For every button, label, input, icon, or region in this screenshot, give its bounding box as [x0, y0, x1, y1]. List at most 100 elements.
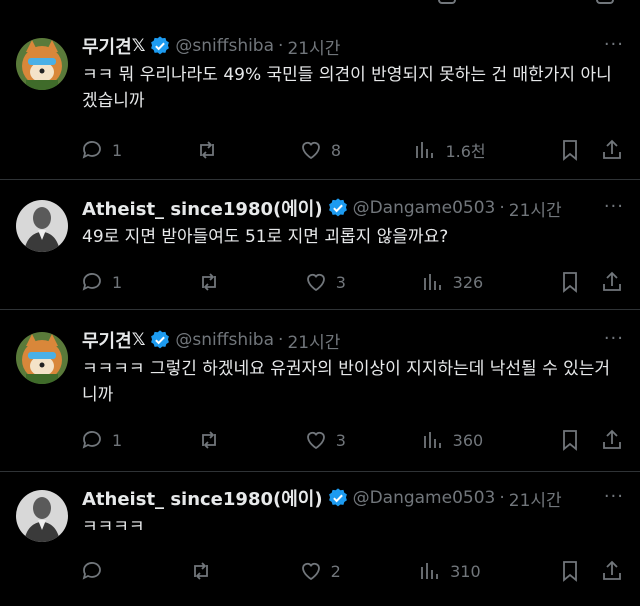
tweet-actions-right — [558, 559, 624, 583]
share-button[interactable] — [600, 559, 624, 583]
separator: · — [499, 488, 505, 508]
display-name[interactable]: Atheist_ since1980(에이) — [82, 485, 323, 511]
separator: · — [278, 36, 284, 56]
tweet-header: 무기견 𝕏 @sniffshiba · 21시간 ··· — [82, 33, 624, 59]
handle[interactable]: @sniffshiba — [175, 330, 274, 350]
timestamp[interactable]: 21시간 — [287, 328, 340, 353]
views-icon — [421, 563, 439, 579]
views-count: 326 — [452, 272, 484, 292]
tweet[interactable]: 무기견 𝕏 @sniffshiba · 21시간 ··· ㅋㅋㅋㅋ 그렇긴 하겠… — [0, 324, 640, 472]
handle[interactable]: @sniffshiba — [175, 36, 274, 56]
like-count: 8 — [330, 140, 342, 160]
tweet[interactable]: Atheist_ since1980(에이) @Dangame0503 · 21… — [0, 192, 640, 310]
reply-button[interactable] — [80, 559, 112, 583]
bookmark-icon — [563, 140, 577, 161]
tweet-header: 무기견 𝕏 @sniffshiba · 21시간 ··· — [82, 327, 624, 353]
bookmark-button[interactable] — [558, 138, 582, 162]
heart-icon — [302, 141, 320, 160]
portrait-avatar[interactable] — [16, 490, 68, 542]
verified-badge-icon — [151, 330, 170, 349]
tweet-actions: 1 3 326 — [80, 269, 624, 295]
display-name[interactable]: 무기견 — [82, 33, 132, 59]
tweet-actions-right — [558, 428, 624, 452]
views-button[interactable]: 1.6천 — [413, 138, 486, 162]
retweet-button[interactable] — [189, 559, 221, 583]
reply-button[interactable]: 1 — [80, 270, 122, 294]
views-icon — [416, 142, 434, 158]
retweet-button[interactable] — [195, 138, 227, 162]
verified-badge-icon — [151, 36, 170, 55]
separator: · — [499, 198, 505, 218]
display-name[interactable]: Atheist_ since1980(에이) — [82, 195, 323, 221]
reply-count: 1 — [112, 140, 123, 160]
bookmark-icon — [563, 561, 577, 582]
like-button[interactable]: 8 — [299, 138, 341, 162]
display-name[interactable]: 무기견 — [82, 327, 132, 353]
reply-icon — [82, 431, 101, 449]
verified-badge-icon — [328, 488, 347, 507]
previous-share-icon-fragment — [596, 0, 614, 4]
tweet-actions-right — [558, 270, 624, 294]
timestamp[interactable]: 21시간 — [509, 196, 562, 221]
like-button[interactable]: 2 — [299, 559, 341, 583]
retweet-button[interactable] — [197, 270, 229, 294]
share-icon — [603, 429, 621, 449]
tweet[interactable]: Atheist_ since1980(에이) @Dangame0503 · 21… — [0, 482, 640, 606]
portrait-avatar-image — [16, 200, 68, 252]
bookmark-button[interactable] — [558, 559, 582, 583]
retweet-icon — [202, 273, 216, 291]
tweet-actions: 2 310 — [80, 558, 624, 584]
bookmark-icon — [563, 430, 577, 451]
more-options-icon[interactable]: ··· — [604, 34, 624, 55]
views-icon — [423, 274, 441, 290]
handle[interactable]: @Dangame0503 — [353, 488, 496, 508]
previous-views-icon-fragment — [438, 0, 456, 4]
timestamp[interactable]: 21시간 — [509, 486, 562, 511]
more-options-icon[interactable]: ··· — [604, 196, 624, 217]
tweet[interactable]: 무기견 𝕏 @sniffshiba · 21시간 ··· ㅋㅋ 뭐 우리나라도 … — [0, 30, 640, 180]
timestamp[interactable]: 21시간 — [287, 34, 340, 59]
verified-badge-icon — [328, 198, 347, 217]
bookmark-button[interactable] — [558, 270, 582, 294]
retweet-icon — [194, 562, 209, 580]
shiba-avatar-image — [16, 332, 68, 384]
share-button[interactable] — [600, 138, 624, 162]
portrait-avatar-image — [16, 490, 68, 542]
heart-icon — [306, 273, 325, 292]
views-button[interactable]: 310 — [418, 559, 481, 583]
like-count: 3 — [335, 430, 346, 450]
x-badge-icon: 𝕏 — [131, 36, 146, 56]
reply-button[interactable]: 1 — [80, 428, 122, 452]
reply-icon — [82, 273, 101, 291]
reply-button[interactable]: 1 — [80, 138, 122, 162]
reply-icon — [82, 141, 101, 159]
more-options-icon[interactable]: ··· — [604, 486, 624, 507]
bookmark-button[interactable] — [558, 428, 582, 452]
views-count: 310 — [450, 561, 481, 581]
views-count: 1.6천 — [445, 142, 486, 161]
tweet-text: ㅋㅋㅋㅋ 그렇긴 하겠네요 유권자의 반이상이 지지하는데 낙선될 수 있는거니… — [82, 359, 611, 405]
views-button[interactable]: 360 — [421, 428, 484, 452]
more-options-icon[interactable]: ··· — [604, 328, 624, 349]
shiba-avatar[interactable] — [16, 332, 68, 384]
share-icon — [603, 139, 621, 159]
retweet-icon — [199, 141, 214, 159]
handle[interactable]: @Dangame0503 — [353, 198, 496, 218]
portrait-avatar[interactable] — [16, 200, 68, 252]
views-button[interactable]: 326 — [421, 270, 484, 294]
tweet-actions-right — [558, 138, 624, 162]
tweet-text: 49로 지면 받아들여도 51로 지면 괴롭지 않을까요? — [82, 227, 449, 247]
like-count: 3 — [335, 272, 346, 292]
share-button[interactable] — [600, 428, 624, 452]
heart-icon — [306, 431, 325, 450]
share-icon — [603, 560, 621, 580]
x-badge-icon: 𝕏 — [131, 330, 146, 350]
like-button[interactable]: 3 — [304, 270, 346, 294]
like-button[interactable]: 3 — [304, 428, 346, 452]
share-button[interactable] — [600, 270, 624, 294]
views-count: 360 — [452, 430, 484, 450]
views-icon — [423, 432, 441, 448]
tweet-header: Atheist_ since1980(에이) @Dangame0503 · 21… — [82, 195, 624, 221]
shiba-avatar[interactable] — [16, 38, 68, 90]
retweet-button[interactable] — [197, 428, 229, 452]
